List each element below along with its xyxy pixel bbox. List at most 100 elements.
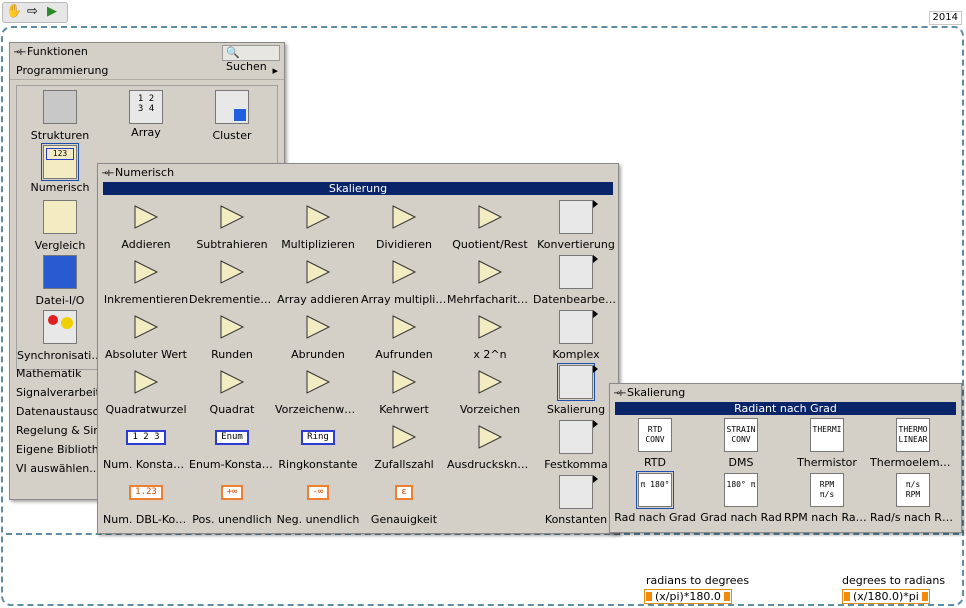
- scaling-icon: RTD CONV: [638, 418, 672, 452]
- scaling-item[interactable]: THERMO LINEAR Thermoelement: [870, 418, 956, 469]
- palette-item[interactable]: +∞ Pos. unendlich: [189, 475, 275, 526]
- function-triangle-icon: [478, 315, 503, 339]
- palette-item[interactable]: 1 2 3 Num. Konstante: [103, 420, 189, 471]
- arrow-right-icon[interactable]: ⇨: [27, 5, 38, 19]
- palette-item-strukturen[interactable]: Strukturen: [17, 90, 103, 142]
- palette-item-label: Array multiplizieren: [361, 293, 447, 306]
- run-icon[interactable]: ▶: [47, 5, 57, 19]
- hand-icon[interactable]: ✋: [6, 5, 22, 19]
- palette-item[interactable]: Komplex: [533, 310, 619, 361]
- submenu-arrow-icon: [593, 200, 598, 208]
- subcategory-mathematik[interactable]: Mathematik: [10, 364, 100, 383]
- formula-node-deg-to-rad[interactable]: (x/180.0)*pi: [842, 589, 930, 604]
- scaling-item[interactable]: RPM π/s RPM nach Rad/s: [784, 473, 870, 524]
- palette-item-vergleich[interactable]: Vergleich: [17, 200, 103, 252]
- scaling-item-label: Rad nach Grad: [614, 511, 696, 524]
- palette-item-label: x 2^n: [473, 348, 507, 361]
- palette-item[interactable]: Quadratwurzel: [103, 365, 189, 416]
- palette-item[interactable]: Datenbearbeitung: [533, 255, 619, 306]
- palette-item[interactable]: Runden: [189, 310, 275, 361]
- palette-item[interactable]: Ausdrucksknoten: [447, 420, 533, 471]
- palette-banner: Skalierung: [103, 182, 613, 195]
- scaling-item[interactable]: π/s RPM Rad/s nach RPM: [870, 473, 956, 524]
- scaling-item[interactable]: THERMI Thermistor: [784, 418, 870, 469]
- constant-icon: Enum: [215, 430, 249, 445]
- palette-item[interactable]: Ring Ringkonstante: [275, 420, 361, 471]
- palette-item-array[interactable]: 1 23 4 Array: [103, 90, 189, 139]
- palette-item[interactable]: Vorzeichenwechsel: [275, 365, 361, 416]
- subcategory-datenaustausch[interactable]: Datenaustausch: [10, 402, 100, 421]
- scaling-icon: STRAIN CONV: [724, 418, 758, 452]
- function-triangle-icon: [134, 370, 159, 394]
- palette-item[interactable]: Dividieren: [361, 200, 447, 251]
- pin-icon[interactable]: ⊸⊢: [102, 168, 114, 179]
- palette-item[interactable]: Array multiplizieren: [361, 255, 447, 306]
- palette-item[interactable]: Vorzeichen: [447, 365, 533, 416]
- palette-item[interactable]: Dekrementieren: [189, 255, 275, 306]
- function-icon-wrap: [189, 255, 275, 287]
- palette-title-bar[interactable]: ⊸⊢Numerisch: [98, 164, 618, 182]
- palette-item[interactable]: Skalierung: [533, 363, 619, 416]
- palette-item-cluster[interactable]: Cluster: [189, 90, 275, 142]
- palette-item[interactable]: Aufrunden: [361, 310, 447, 361]
- palette-title-bar[interactable]: ⊸⊢Skalierung: [610, 384, 961, 402]
- palette-item[interactable]: ε Genauigkeit: [361, 475, 447, 526]
- subcategory-vi-auswaehlen[interactable]: VI auswählen...: [10, 459, 100, 478]
- palette-item[interactable]: Addieren: [103, 200, 189, 251]
- palette-item-label: Enum-Konstante: [189, 458, 275, 471]
- scaling-item[interactable]: π 180° Rad nach Grad: [612, 471, 698, 524]
- pin-icon[interactable]: ⊸⊢: [14, 47, 26, 58]
- palette-item[interactable]: Zufallszahl: [361, 420, 447, 471]
- subpalette-icon: [559, 310, 598, 344]
- palette-item-label: Datenbearbeitung: [533, 293, 619, 306]
- function-triangle-icon: [392, 205, 417, 229]
- palette-item[interactable]: x 2^n: [447, 310, 533, 361]
- subcategory-regelung[interactable]: Regelung & Simulation: [10, 421, 100, 440]
- palette-item-label: Aufrunden: [375, 348, 433, 361]
- palette-item[interactable]: Mehrfacharithmetik: [447, 255, 533, 306]
- palette-item[interactable]: Quadrat: [189, 365, 275, 416]
- palette-item[interactable]: Konvertierung: [533, 200, 619, 251]
- function-icon-wrap: [275, 310, 361, 342]
- scaling-item[interactable]: RTD CONV RTD: [612, 418, 698, 469]
- palette-item-datei-io[interactable]: Datei-I/O: [17, 255, 103, 307]
- subpalette-icon-wrap: [533, 475, 619, 509]
- constant-icon: -∞: [306, 485, 330, 500]
- function-icon-wrap: [361, 255, 447, 287]
- array-icon: 1 23 4: [129, 90, 163, 124]
- palette-item[interactable]: Absoluter Wert: [103, 310, 189, 361]
- subcategory-signalverarbeitung[interactable]: Signalverarbeitung: [10, 383, 100, 402]
- palette-item[interactable]: Abrunden: [275, 310, 361, 361]
- palette-item[interactable]: Konstanten: [533, 475, 619, 526]
- palette-item-synchronisation[interactable]: Synchronisation: [17, 310, 103, 362]
- palette-item[interactable]: Inkrementieren: [103, 255, 189, 306]
- palette-item[interactable]: Enum Enum-Konstante: [189, 420, 275, 471]
- category-programmierung[interactable]: Programmierung: [10, 61, 284, 80]
- subcategory-eigene-bibliotheken[interactable]: Eigene Bibliotheken: [10, 440, 100, 459]
- scaling-item-label: RTD: [643, 456, 667, 469]
- function-icon-wrap: [103, 200, 189, 232]
- palette-item-numerisch[interactable]: 123 Numerisch: [17, 143, 103, 194]
- function-triangle-icon: [306, 260, 331, 284]
- palette-item[interactable]: Subtrahieren: [189, 200, 275, 251]
- scaling-item[interactable]: 180° π Grad nach Rad: [698, 473, 784, 524]
- pin-icon[interactable]: ⊸⊢: [614, 388, 626, 399]
- year-label: 2014: [928, 11, 962, 25]
- palette-item[interactable]: Quotient/Rest: [447, 200, 533, 251]
- subcategory-label: Signalverarbeitung: [16, 386, 100, 399]
- formula-node-rad-to-deg[interactable]: (x/pi)*180.0: [644, 589, 732, 604]
- palette-item[interactable]: -∞ Neg. unendlich: [275, 475, 361, 526]
- numeric-grid: Addieren Subtrahieren Multiplizieren Dividi…: [103, 200, 619, 532]
- palette-item[interactable]: 1.23 Num. DBL-Konstante: [103, 475, 189, 526]
- subpalette-icon-wrap: [533, 200, 619, 234]
- scaling-item[interactable]: STRAIN CONV DMS: [698, 418, 784, 469]
- submenu-arrow-icon: [593, 365, 598, 373]
- palette-item-label: Synchronisation: [17, 349, 103, 362]
- function-triangle-icon: [392, 260, 417, 284]
- search-button[interactable]: 🔍 Suchen: [222, 45, 280, 73]
- palette-item[interactable]: Array addieren: [275, 255, 361, 306]
- function-triangle-icon: [392, 370, 417, 394]
- palette-item[interactable]: Kehrwert: [361, 365, 447, 416]
- palette-item[interactable]: Festkomma: [533, 420, 619, 471]
- palette-item[interactable]: Multiplizieren: [275, 200, 361, 251]
